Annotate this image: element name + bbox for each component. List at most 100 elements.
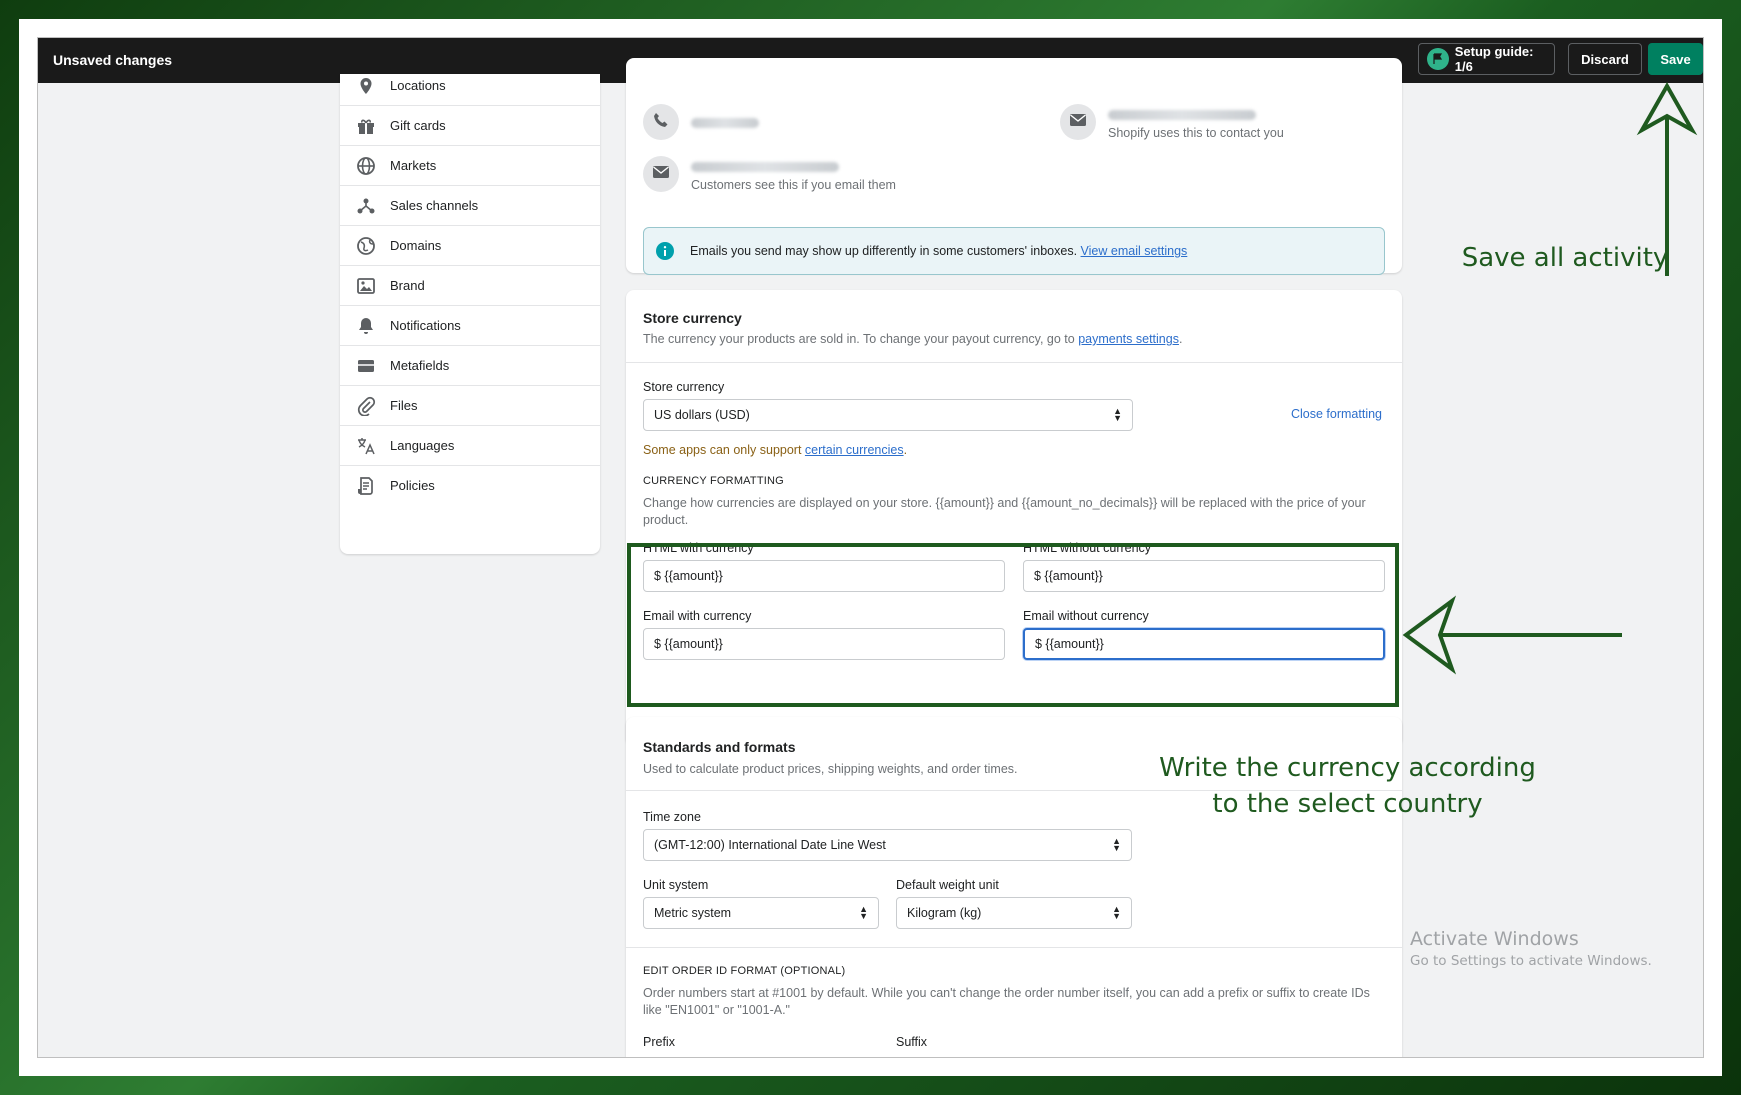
sidebar-item-metafields[interactable]: Metafields xyxy=(340,346,600,386)
suffix-label: Suffix xyxy=(896,1035,928,1049)
customer-email-hint: Customers see this if you email them xyxy=(691,178,896,192)
channels-icon xyxy=(356,196,376,216)
sidebar-item-domains[interactable]: Domains xyxy=(340,226,600,266)
translate-icon xyxy=(356,436,376,456)
sidebar-item-brand[interactable]: Brand xyxy=(340,266,600,306)
sidebar-item-locations[interactable]: Locations xyxy=(340,66,600,106)
banner-text: Emails you send may show up differently … xyxy=(690,244,1078,258)
envelope-icon xyxy=(653,165,669,184)
sidebar-item-label: Markets xyxy=(390,158,437,173)
document-icon xyxy=(356,476,376,496)
sidebar-item-label: Languages xyxy=(390,438,455,453)
store-currency-value: US dollars (USD) xyxy=(654,408,750,422)
redacted-customer-email xyxy=(691,162,839,172)
weight-unit-value: Kilogram (kg) xyxy=(907,906,982,920)
unit-system-value: Metric system xyxy=(654,906,732,920)
store-currency-description: The currency your products are sold in. … xyxy=(643,332,1182,346)
standards-heading: Standards and formats xyxy=(643,739,796,755)
email-info-banner: Emails you send may show up differently … xyxy=(643,227,1385,275)
currency-note-line1: Write the currency according xyxy=(1159,753,1536,783)
sidebar-item-label: Brand xyxy=(390,278,425,293)
save-button[interactable]: Save xyxy=(1648,43,1703,75)
select-arrows-icon: ▲ ▼ xyxy=(1113,406,1122,423)
activate-windows-watermark: Activate Windows xyxy=(1410,928,1579,950)
description-end: . xyxy=(1178,332,1183,346)
store-currency-heading: Store currency xyxy=(643,310,742,326)
currency-formatting-description: Change how currencies are displayed on y… xyxy=(643,496,1366,527)
sidebar-item-label: Locations xyxy=(390,78,446,93)
view-email-settings-link[interactable]: View email settings xyxy=(1081,244,1188,258)
bell-icon xyxy=(356,316,376,336)
sidebar-item-label: Files xyxy=(390,398,418,413)
sidebar-item-sales-channels[interactable]: Sales channels xyxy=(340,186,600,226)
location-pin-icon xyxy=(356,76,376,96)
currency-note-line2: to the select country xyxy=(1212,789,1483,819)
sender-email-avatar xyxy=(1060,104,1096,140)
paperclip-icon xyxy=(356,396,376,417)
sidebar-item-label: Domains xyxy=(390,238,442,253)
unsaved-changes-title: Unsaved changes xyxy=(53,52,173,68)
settings-sidebar: Locations Gift cards Markets Sales chann… xyxy=(340,74,600,554)
discard-button[interactable]: Discard xyxy=(1568,43,1642,75)
standards-description: Used to calculate product prices, shippi… xyxy=(643,762,1018,776)
globe-icon xyxy=(356,156,376,176)
flag-icon xyxy=(1427,48,1449,70)
unit-system-label: Unit system xyxy=(643,878,709,892)
sidebar-item-label: Sales channels xyxy=(390,198,479,213)
order-id-description: Order numbers start at #1001 by default.… xyxy=(643,986,1370,1017)
phone-icon xyxy=(653,112,669,133)
envelope-icon xyxy=(1070,113,1086,132)
payments-settings-link[interactable]: payments settings xyxy=(1078,332,1179,346)
currency-fields-highlight xyxy=(627,543,1399,707)
sidebar-item-policies[interactable]: Policies xyxy=(340,466,600,506)
setup-guide-button[interactable]: Setup guide: 1/6 xyxy=(1418,43,1555,75)
sidebar-item-label: Metafields xyxy=(390,358,450,373)
info-icon xyxy=(656,242,674,265)
store-currency-select[interactable]: US dollars (USD) ▲ ▼ xyxy=(643,399,1133,431)
order-id-heading: EDIT ORDER ID FORMAT (OPTIONAL) xyxy=(643,965,846,977)
domains-globe-icon xyxy=(356,236,376,256)
select-arrows-icon: ▲ ▼ xyxy=(1112,904,1121,921)
currency-formatting-heading: CURRENCY FORMATTING xyxy=(643,475,784,487)
store-contact-card: Shopify uses this to contact you Custome… xyxy=(626,58,1402,275)
certain-currencies-link[interactable]: certain currencies xyxy=(805,443,904,457)
gift-icon xyxy=(356,116,376,136)
setup-guide-label: Setup guide: 1/6 xyxy=(1454,44,1534,74)
left-arrow-annotation xyxy=(1402,595,1622,675)
sender-email-hint: Shopify uses this to contact you xyxy=(1108,126,1284,140)
divider xyxy=(626,362,1402,363)
weight-unit-select[interactable]: Kilogram (kg) ▲ ▼ xyxy=(896,897,1132,929)
close-formatting-link[interactable]: Close formatting xyxy=(1291,407,1382,421)
select-arrows-icon: ▲ ▼ xyxy=(859,904,868,921)
sidebar-item-notifications[interactable]: Notifications xyxy=(340,306,600,346)
save-all-activity-note: Save all activity xyxy=(1461,243,1669,273)
store-currency-label: Store currency xyxy=(643,380,725,394)
currency-note: Write the currency according to the sele… xyxy=(1150,750,1545,822)
sidebar-item-label: Notifications xyxy=(390,318,461,333)
phone-avatar xyxy=(643,104,679,140)
redacted-phone xyxy=(691,118,759,128)
sidebar-item-markets[interactable]: Markets xyxy=(340,146,600,186)
sidebar-item-languages[interactable]: Languages xyxy=(340,426,600,466)
divider xyxy=(626,947,1402,948)
unit-system-select[interactable]: Metric system ▲ ▼ xyxy=(643,897,879,929)
activate-windows-hint: Go to Settings to activate Windows. xyxy=(1410,953,1652,969)
weight-unit-label: Default weight unit xyxy=(896,878,999,892)
brand-icon xyxy=(356,276,376,296)
sidebar-item-label: Gift cards xyxy=(390,118,446,133)
description-text: The currency your products are sold in. … xyxy=(643,332,1075,346)
metafields-icon xyxy=(356,356,376,376)
sidebar-item-files[interactable]: Files xyxy=(340,386,600,426)
customer-email-avatar xyxy=(643,156,679,192)
sidebar-item-label: Policies xyxy=(390,478,435,493)
prefix-label: Prefix xyxy=(643,1035,675,1049)
timezone-label: Time zone xyxy=(643,810,701,824)
timezone-value: (GMT-12:00) International Date Line West xyxy=(654,838,886,852)
warning-end: . xyxy=(903,443,908,457)
warning-text: Some apps can only support xyxy=(643,443,802,457)
select-arrows-icon: ▲ ▼ xyxy=(1112,836,1121,853)
currency-warning: Some apps can only support certain curre… xyxy=(643,443,907,457)
timezone-select[interactable]: (GMT-12:00) International Date Line West… xyxy=(643,829,1132,861)
sidebar-item-gift-cards[interactable]: Gift cards xyxy=(340,106,600,146)
redacted-sender-email xyxy=(1108,110,1256,120)
